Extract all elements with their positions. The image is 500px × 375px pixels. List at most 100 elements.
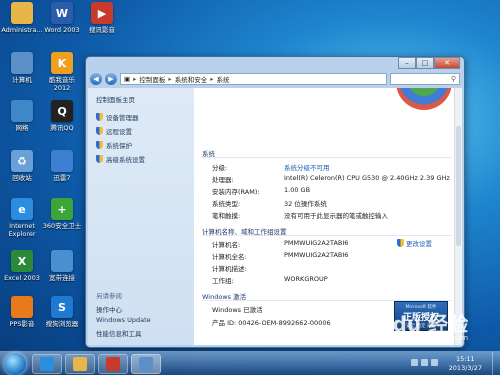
activation-status: Windows 已激活: [212, 306, 263, 314]
system-info-row: 处理器: Intel(R) Celeron(R) CPU G530 @ 2.40G…: [212, 174, 450, 184]
broadband-icon: [51, 250, 73, 272]
close-button[interactable]: ✕: [434, 57, 460, 69]
taskbar: 15:11 2013/3/27: [0, 351, 500, 375]
pps-icon: [11, 296, 33, 318]
see-also-windows-update[interactable]: Windows Update: [96, 316, 151, 324]
minimize-button[interactable]: –: [398, 57, 416, 69]
left-pane-link[interactable]: 远程设置: [96, 126, 186, 136]
desktop-shortcut[interactable]: W Word 2003: [40, 2, 84, 50]
desktop-shortcut-label: 搜讯影音: [89, 26, 115, 34]
search-input[interactable]: ⚲: [390, 73, 460, 85]
left-pane: 控制面板主页 设备管理器远程设置系统保护高级系统设置 另请参阅 操作中心 Win…: [88, 88, 194, 345]
shield-icon: [96, 141, 103, 149]
control-panel-home-link[interactable]: 控制面板主页: [96, 94, 186, 104]
media-taskbar-icon: [106, 357, 120, 371]
desktop-shortcut[interactable]: 网络: [0, 100, 44, 148]
title-bar[interactable]: – □ ✕: [86, 57, 464, 71]
desktop-shortcut-label: Administra...: [1, 26, 43, 34]
desktop-shortcut[interactable]: PPS影音: [0, 296, 44, 344]
left-pane-link[interactable]: 设备管理器: [96, 112, 186, 122]
xunlei-icon: [51, 150, 73, 172]
baidu-watermark: Bai du 经验 jingyan.baidu.com: [350, 312, 469, 342]
desktop-shortcut-label: 计算机: [12, 76, 32, 84]
explorer-taskbar-icon: [73, 357, 87, 371]
kuwo-music-icon: K: [51, 52, 73, 74]
desktop-shortcut-label: Excel 2003: [4, 274, 40, 282]
folder-icon: ▣: [124, 75, 131, 83]
desktop-shortcut[interactable]: 计算机: [0, 52, 44, 100]
desktop-shortcut[interactable]: K 酷我音乐 2012: [40, 52, 84, 100]
maximize-button[interactable]: □: [416, 57, 434, 69]
search-icon: ⚲: [450, 75, 456, 83]
desktop-shortcut[interactable]: e Internet Explorer: [0, 198, 44, 246]
ie-taskbar-icon: [40, 357, 54, 371]
windows-logo-icon: [396, 88, 452, 110]
excel-icon: X: [11, 250, 33, 272]
shield-icon: [96, 113, 103, 121]
computer-icon: [11, 52, 33, 74]
network-tray-icon[interactable]: [411, 359, 418, 366]
taskbar-button[interactable]: [32, 354, 62, 374]
system-info-row: 分级: 系统分级不可用: [212, 164, 330, 172]
security-360-icon: +: [51, 198, 73, 220]
user-folder-icon: [11, 2, 33, 24]
left-pane-link[interactable]: 高级系统设置: [96, 154, 186, 164]
desktop-shortcut[interactable]: ♻ 回收站: [0, 150, 44, 198]
system-window: – □ ✕ ◀ ▶ ▣ ▸ 控制面板 ▸ 系统和安全 ▸ 系统 ⚲ 控制面板主页…: [85, 56, 465, 348]
change-settings-button[interactable]: 更改设置: [397, 238, 432, 248]
desktop-shortcut[interactable]: X Excel 2003: [0, 250, 44, 298]
back-arrow-icon[interactable]: ◀: [90, 73, 102, 85]
product-id: 产品 ID: 00426-OEM-8992662-00006: [212, 319, 331, 327]
breadcrumb-system[interactable]: 系统: [216, 74, 229, 84]
computer-info-row: 计算机名: PMMWUIG2A2TABI6: [212, 239, 349, 249]
forward-arrow-icon[interactable]: ▶: [105, 73, 117, 85]
media-player-icon: ▶: [91, 2, 113, 24]
computer-info-row: 计算机全名: PMMWUIG2A2TABI6: [212, 251, 349, 261]
network-icon: [11, 100, 33, 122]
computer-info-row: 计算机描述:: [212, 265, 247, 273]
desktop-shortcut[interactable]: Administra...: [0, 2, 44, 50]
breadcrumb-control-panel[interactable]: 控制面板: [139, 74, 165, 84]
desktop-shortcut-label: 腾讯QQ: [50, 124, 74, 132]
desktop-shortcut[interactable]: 宽带连接: [40, 250, 84, 298]
scrollbar-thumb[interactable]: [456, 126, 461, 246]
desktop-shortcut-label: 网络: [15, 124, 29, 132]
desktop-shortcut-label: 酷我音乐 2012: [49, 76, 75, 92]
sogou-browser-icon: S: [51, 296, 73, 318]
internet-explorer-icon: e: [11, 198, 33, 220]
system-info-row: 安装内存(RAM): 1.00 GB: [212, 186, 311, 196]
see-also-action-center[interactable]: 操作中心: [96, 304, 122, 314]
recycle-bin-icon: ♻: [11, 150, 33, 172]
shield-icon: [96, 127, 103, 135]
desktop-shortcut[interactable]: ▶ 搜讯影音: [80, 2, 124, 50]
start-button[interactable]: [4, 353, 26, 375]
system-tray: [411, 359, 438, 366]
see-also-performance[interactable]: 性能信息和工具: [96, 328, 142, 338]
flag-tray-icon[interactable]: [431, 359, 438, 366]
see-also-heading: 另请参阅: [96, 292, 122, 300]
taskbar-button[interactable]: [98, 354, 128, 374]
desktop-shortcut[interactable]: 迅雷7: [40, 150, 84, 198]
control-panel-taskbar-icon: [139, 357, 153, 371]
clock[interactable]: 15:11 2013/3/27: [449, 355, 482, 373]
breadcrumb-system-security[interactable]: 系统和安全: [175, 74, 208, 84]
volume-tray-icon[interactable]: [421, 359, 428, 366]
show-desktop-button[interactable]: [492, 352, 500, 375]
shield-icon: [96, 155, 103, 163]
desktop-shortcut[interactable]: +360安全卫士: [40, 198, 84, 246]
desktop-shortcut-label: Word 2003: [44, 26, 80, 34]
taskbar-button[interactable]: [131, 354, 161, 374]
address-bar[interactable]: ▣ ▸ 控制面板 ▸ 系统和安全 ▸ 系统: [120, 73, 387, 85]
desktop-shortcut[interactable]: S 搜狗浏览器: [40, 296, 84, 344]
desktop-shortcut-label: 回收站: [12, 174, 32, 182]
vertical-scrollbar[interactable]: [454, 88, 462, 345]
qq-icon: Q: [51, 100, 73, 122]
taskbar-button[interactable]: [65, 354, 95, 374]
desktop-shortcut[interactable]: Q 腾讯QQ: [40, 100, 84, 148]
left-pane-link[interactable]: 系统保护: [96, 140, 186, 150]
shield-icon: [397, 239, 404, 247]
desktop-shortcut-label: 迅雷7: [53, 174, 71, 182]
desktop-shortcut-label: 宽带连接: [49, 274, 75, 282]
desktop-shortcut-label: 360安全卫士: [42, 222, 82, 230]
computer-info-row: 工作组: WORKGROUP: [212, 275, 328, 285]
